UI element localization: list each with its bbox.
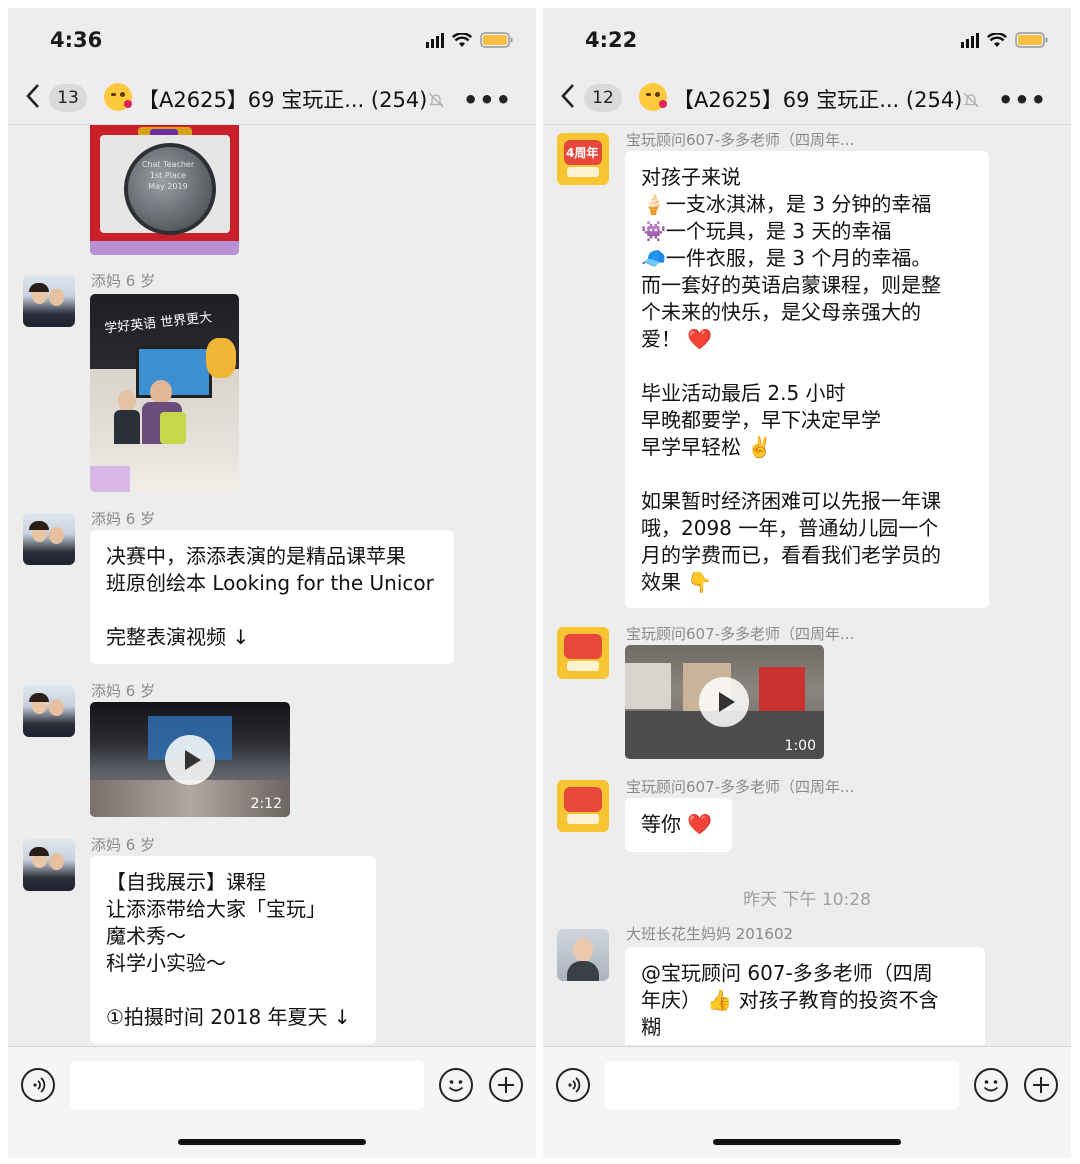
kissing-face-emoji-icon bbox=[104, 83, 132, 111]
video-duration: 1:00 bbox=[784, 738, 816, 754]
avatar[interactable]: 4周年 bbox=[557, 133, 609, 185]
back-icon[interactable] bbox=[24, 82, 44, 110]
play-icon[interactable] bbox=[699, 677, 749, 727]
kissing-face-emoji-icon bbox=[639, 83, 667, 111]
battery-icon bbox=[480, 32, 514, 48]
sender-name: 大班长花生妈妈 201602 bbox=[626, 925, 794, 943]
input-toolbar bbox=[543, 1046, 1071, 1158]
avatar[interactable] bbox=[23, 275, 75, 327]
avatar[interactable] bbox=[557, 780, 609, 832]
classroom-banner-text: 学好英语 世界更大 bbox=[103, 310, 213, 337]
status-time: 4:36 bbox=[50, 28, 103, 52]
message-bubble[interactable]: 等你 ❤️ bbox=[625, 798, 732, 852]
message-bubble[interactable]: 对孩子来说 🍦一支冰淇淋，是 3 分钟的幸福 👾一个玩具，是 3 天的幸福 🧢一… bbox=[625, 151, 989, 608]
signal-icon bbox=[961, 32, 979, 48]
right-screenshot: 4:22 12 【A2625】69 宝玩正... (254) ••• 4周年 宝… bbox=[543, 8, 1071, 1158]
mute-icon bbox=[428, 92, 444, 108]
chat-header: 12 【A2625】69 宝玩正... (254) ••• bbox=[543, 70, 1071, 125]
emoji-icon[interactable] bbox=[439, 1068, 473, 1102]
unread-count-badge[interactable]: 12 bbox=[584, 84, 622, 112]
input-toolbar bbox=[8, 1046, 536, 1158]
chat-title: 【A2625】69 宝玩正... (254) bbox=[138, 88, 428, 112]
play-icon[interactable] bbox=[165, 735, 215, 785]
status-icons bbox=[961, 32, 1049, 48]
avatar[interactable] bbox=[23, 839, 75, 891]
message-input[interactable] bbox=[70, 1061, 424, 1109]
home-indicator bbox=[713, 1139, 901, 1145]
sender-name: 宝玩顾问607-多多老师（四周年... bbox=[626, 625, 855, 643]
video-message[interactable]: 1:00 bbox=[625, 645, 824, 759]
medal-engraving: Chat Teacher 1st Place May 2019 bbox=[141, 160, 195, 191]
sender-name: 添妈 6 岁 bbox=[91, 510, 156, 528]
back-icon[interactable] bbox=[559, 82, 579, 110]
message-bubble[interactable]: 决赛中，添添表演的是精品课苹果 班原创绘本 Looking for the Un… bbox=[90, 530, 454, 664]
message-bubble[interactable]: @宝玩顾问 607-多多老师（四周 年庆） 👍 对孩子教育的投资不含 糊 bbox=[625, 947, 985, 1045]
avatar[interactable] bbox=[23, 513, 75, 565]
plus-icon[interactable] bbox=[489, 1068, 523, 1102]
sender-name: 添妈 6 岁 bbox=[91, 836, 156, 854]
more-icon[interactable]: ••• bbox=[463, 86, 512, 114]
plus-icon[interactable] bbox=[1024, 1068, 1058, 1102]
video-duration: 2:12 bbox=[250, 796, 282, 812]
medal-image[interactable]: Chat Teacher 1st Place May 2019 bbox=[90, 125, 239, 255]
status-bar: 4:22 bbox=[543, 8, 1071, 70]
more-icon[interactable]: ••• bbox=[998, 86, 1047, 114]
status-time: 4:22 bbox=[585, 28, 638, 52]
mute-icon bbox=[963, 92, 979, 108]
video-message[interactable]: 2:12 bbox=[90, 702, 290, 817]
sender-name: 宝玩顾问607-多多老师（四周年... bbox=[626, 131, 855, 149]
signal-icon bbox=[426, 32, 444, 48]
voice-icon[interactable] bbox=[556, 1068, 590, 1102]
status-bar: 4:36 bbox=[8, 8, 536, 70]
sender-name: 添妈 6 岁 bbox=[91, 682, 156, 700]
message-bubble[interactable]: 【自我展示】课程 让添添带给大家「宝玩」 魔术秀～ 科学小实验～ ①拍摄时间 2… bbox=[90, 856, 376, 1044]
message-list[interactable]: Chat Teacher 1st Place May 2019 添妈 6 岁 学… bbox=[8, 125, 536, 1045]
voice-icon[interactable] bbox=[21, 1068, 55, 1102]
logo-text: 4周年 bbox=[566, 146, 599, 160]
avatar[interactable] bbox=[23, 685, 75, 737]
avatar[interactable] bbox=[557, 929, 609, 981]
chat-title: 【A2625】69 宝玩正... (254) bbox=[673, 88, 963, 112]
status-icons bbox=[426, 32, 514, 48]
avatar[interactable] bbox=[557, 627, 609, 679]
timestamp: 昨天 下午 10:28 bbox=[743, 890, 871, 910]
wifi-icon bbox=[452, 32, 472, 48]
home-indicator bbox=[178, 1139, 366, 1145]
sender-name: 宝玩顾问607-多多老师（四周年... bbox=[626, 778, 855, 796]
battery-icon bbox=[1015, 32, 1049, 48]
left-screenshot: 4:36 13 【A2625】69 宝玩正... (254) ••• Chat … bbox=[8, 8, 536, 1158]
message-input[interactable] bbox=[605, 1061, 959, 1109]
emoji-icon[interactable] bbox=[974, 1068, 1008, 1102]
wifi-icon bbox=[987, 32, 1007, 48]
sender-name: 添妈 6 岁 bbox=[91, 272, 156, 290]
chat-header: 13 【A2625】69 宝玩正... (254) ••• bbox=[8, 70, 536, 125]
message-list[interactable]: 4周年 宝玩顾问607-多多老师（四周年... 对孩子来说 🍦一支冰淇淋，是 3… bbox=[543, 125, 1071, 1045]
classroom-photo[interactable]: 学好英语 世界更大 bbox=[90, 294, 239, 492]
unread-count-badge[interactable]: 13 bbox=[49, 84, 87, 112]
